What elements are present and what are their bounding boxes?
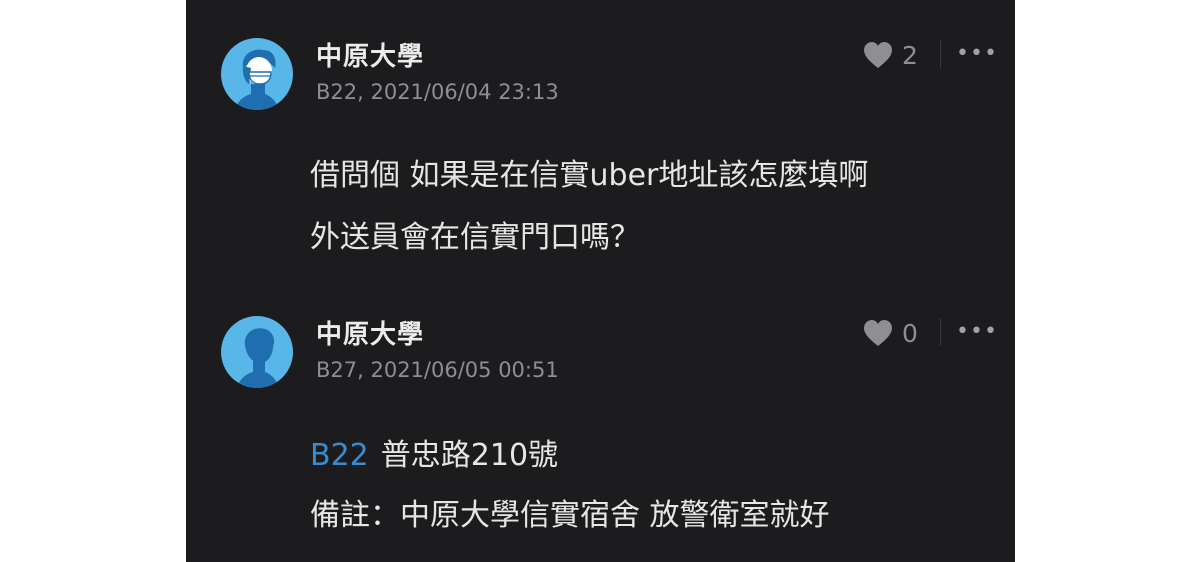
comment-text-line: B22 普忠路210號: [310, 430, 558, 474]
comment-item: 中原大學 B27, 2021/06/05 00:51 0 ••• B22 普忠路2…: [186, 278, 1015, 562]
author-name[interactable]: 中原大學: [316, 314, 424, 351]
comment-thread: 中原大學 B22, 2021/06/04 23:13 2 ••• 借問個 如果是…: [186, 0, 1015, 562]
more-options-button[interactable]: •••: [956, 321, 998, 343]
more-options-button[interactable]: •••: [956, 43, 998, 65]
divider: [940, 40, 941, 68]
like-count: 2: [902, 40, 918, 70]
like-button[interactable]: 0: [862, 318, 918, 348]
like-count: 0: [902, 318, 918, 348]
avatar[interactable]: [221, 316, 293, 388]
user-avatar-icon: [237, 328, 279, 388]
author-name[interactable]: 中原大學: [316, 36, 424, 73]
comment-text-line: 備註：中原大學信實宿舍 放警衛室就好: [310, 498, 830, 533]
masked-user-avatar-icon: [235, 49, 279, 110]
floor-and-timestamp: B27, 2021/06/05 00:51: [316, 358, 559, 382]
divider: [940, 318, 941, 346]
comment-item: 中原大學 B22, 2021/06/04 23:13 2 ••• 借問個 如果是…: [186, 0, 1015, 278]
avatar[interactable]: [221, 38, 293, 110]
like-button[interactable]: 2: [862, 40, 918, 70]
floor-and-timestamp: B22, 2021/06/04 23:13: [316, 80, 559, 104]
comment-text-line: 外送員會在信實門口嗎？: [310, 220, 640, 255]
heart-icon: [864, 42, 892, 68]
comment-text: 普忠路210號: [380, 438, 559, 473]
heart-icon: [864, 320, 892, 346]
comment-text-line: 借問個 如果是在信實uber地址該怎麼填啊: [310, 158, 869, 193]
reply-floor-link[interactable]: B22: [310, 438, 369, 473]
